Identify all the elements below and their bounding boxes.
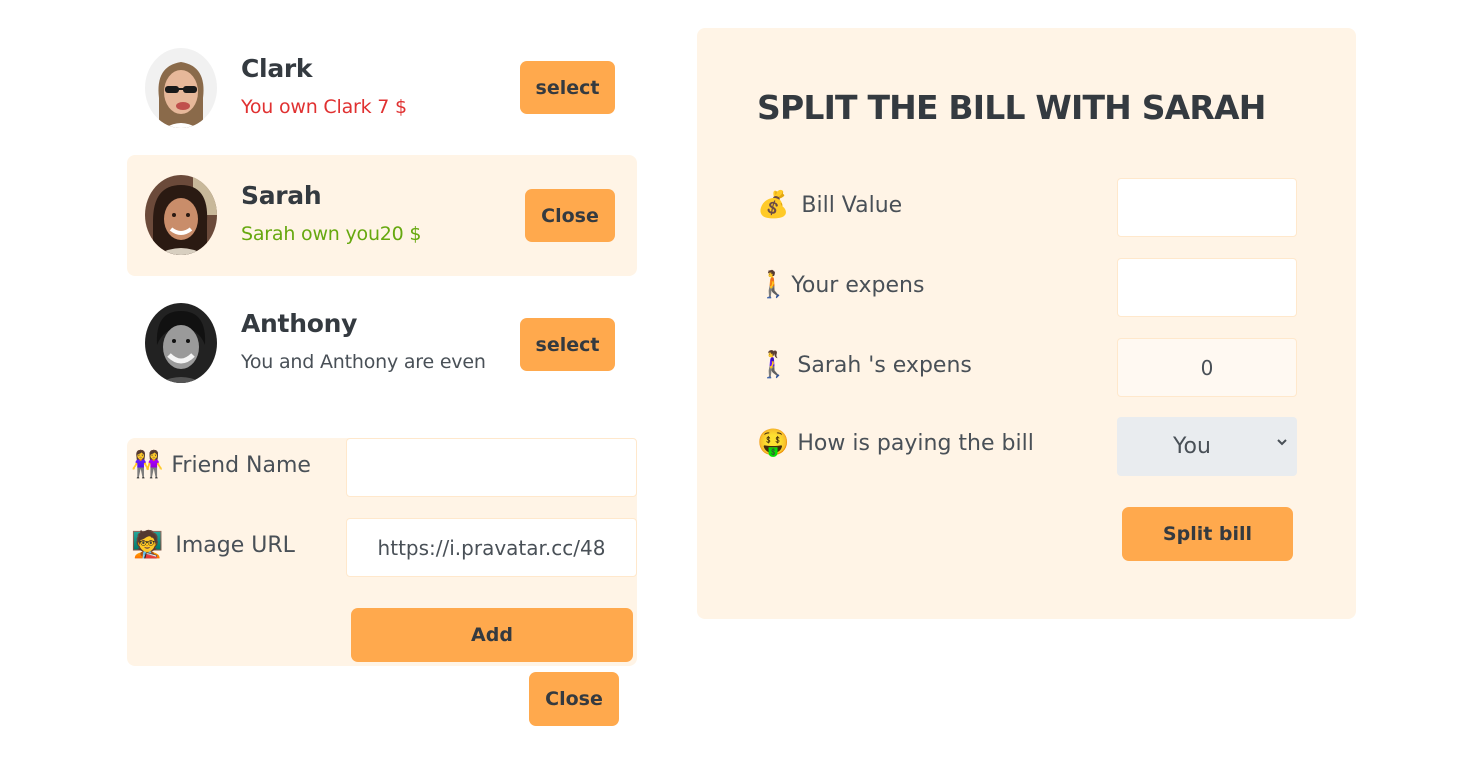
split-bill-form: SPLIT THE BILL WITH SARAH 💰 Bill Value 🚶… xyxy=(697,28,1356,619)
money-bag-icon: 💰 xyxy=(757,190,790,220)
image-url-label: Image URL xyxy=(175,532,295,558)
friend-balance-status: You and Anthony are even xyxy=(241,351,486,373)
close-friend-button[interactable]: Close xyxy=(525,189,615,242)
person-walking-icon: 🚶 xyxy=(757,270,790,300)
split-bill-button[interactable]: Split bill xyxy=(1122,507,1293,561)
friend-name-label: Friend Name xyxy=(171,452,311,478)
avatar-anthony xyxy=(145,303,217,383)
add-friend-form: 👭 Friend Name 🧑‍🏫 Image URL Add xyxy=(127,438,637,666)
friend-expense-label-row: 🚶‍♀️ Sarah 's expens xyxy=(757,352,972,378)
select-friend-button[interactable]: select xyxy=(520,61,615,114)
friend-item-anthony: Anthony You and Anthony are even select xyxy=(127,283,637,404)
your-expense-label-row: 🚶 Your expens xyxy=(757,272,924,298)
payer-label-row: 🤑 How is paying the bill xyxy=(757,430,1034,456)
friend-item-sarah: Sarah Sarah own you20 $ Close xyxy=(127,155,637,276)
bill-value-label: Bill Value xyxy=(801,192,903,218)
bill-value-input[interactable] xyxy=(1117,178,1297,237)
friend-name: Sarah xyxy=(241,181,322,210)
payer-select[interactable]: You xyxy=(1117,417,1297,476)
your-expense-input[interactable] xyxy=(1117,258,1297,317)
money-mouth-face-icon: 🤑 xyxy=(757,428,790,458)
two-people-icon: 👭 xyxy=(131,450,164,480)
friend-name-input[interactable] xyxy=(346,438,637,497)
friend-expense-label: Sarah 's expens xyxy=(797,352,972,378)
avatar-sarah xyxy=(145,175,217,255)
avatar-clark xyxy=(145,48,217,128)
split-bill-title: SPLIT THE BILL WITH SARAH xyxy=(757,88,1266,127)
add-friend-button[interactable]: Add xyxy=(351,608,633,662)
image-url-input[interactable] xyxy=(346,518,637,577)
friend-name: Clark xyxy=(241,54,313,83)
your-expense-label: Your expens xyxy=(791,272,925,298)
friend-balance-status: Sarah own you20 $ xyxy=(241,223,422,245)
bill-value-label-row: 💰 Bill Value xyxy=(757,192,902,218)
woman-walking-icon: 🚶‍♀️ xyxy=(757,350,790,380)
payer-select-value: You xyxy=(1173,434,1211,459)
person-at-computer-icon: 🧑‍🏫 xyxy=(131,530,164,560)
image-url-label-row: 🧑‍🏫 Image URL xyxy=(131,532,295,558)
friend-expense-input xyxy=(1117,338,1297,397)
friend-item-clark: Clark You own Clark 7 $ select xyxy=(127,28,637,149)
friend-name-label-row: 👭 Friend Name xyxy=(131,452,311,478)
friend-balance-status: You own Clark 7 $ xyxy=(241,96,407,118)
friend-name: Anthony xyxy=(241,309,358,338)
payer-label: How is paying the bill xyxy=(797,430,1034,456)
close-add-form-button[interactable]: Close xyxy=(529,672,619,726)
chevron-down-icon xyxy=(1277,439,1287,446)
select-friend-button[interactable]: select xyxy=(520,318,615,371)
